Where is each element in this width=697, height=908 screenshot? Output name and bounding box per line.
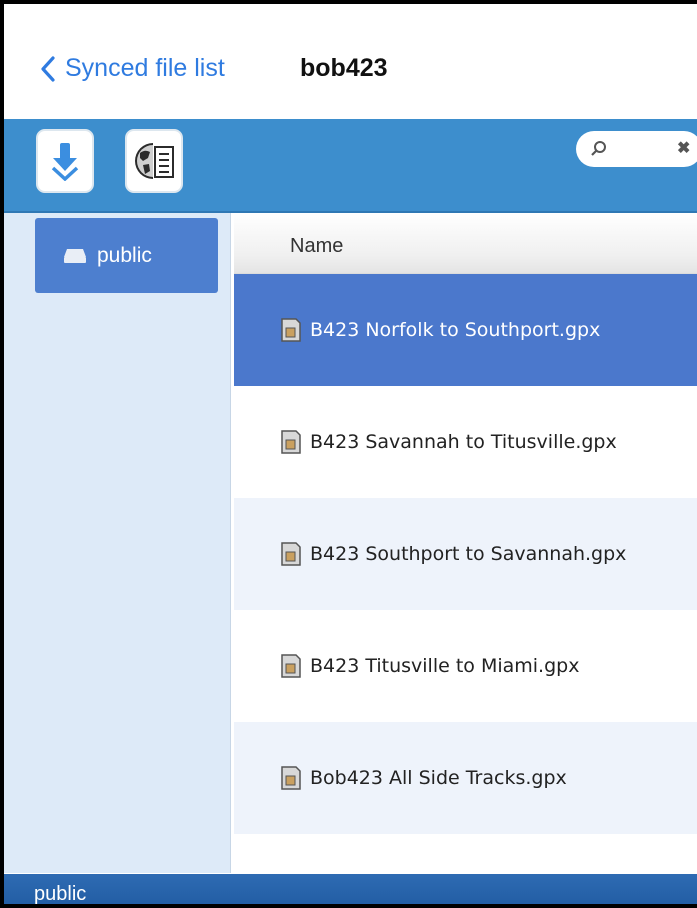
page-title: bob423 [300,54,388,82]
back-button-label: Synced file list [65,54,225,82]
search-icon [591,141,606,156]
back-button[interactable]: Synced file list [40,54,225,83]
file-row[interactable]: B423 Norfolk to Southport.gpx [234,274,697,386]
chevron-left-icon [41,55,55,82]
map-list-button[interactable] [125,129,183,193]
clear-search-icon[interactable]: ✖ [677,138,690,158]
file-name: B423 Savannah to Titusville.gpx [310,431,617,453]
app-frame: Synced file list bob423 ✖ public Name B4… [0,0,697,908]
file-name: B423 Norfolk to Southport.gpx [310,319,601,341]
file-row[interactable]: B423 Savannah to Titusville.gpx [234,386,697,498]
globe-list-icon [135,143,174,179]
drive-icon [64,248,86,263]
gpx-file-icon [281,654,301,678]
status-bar: public [4,874,697,905]
download-icon [51,143,79,181]
file-name: Bob423 All Side Tracks.gpx [310,767,567,789]
gpx-file-icon [281,766,301,790]
file-row[interactable]: Bob423 All Side Tracks.gpx [234,722,697,834]
name-column-label: Name [290,235,344,257]
toolbar: ✖ [4,119,697,213]
file-name: B423 Titusville to Miami.gpx [310,655,580,677]
gpx-file-icon [281,318,301,342]
download-button[interactable] [36,129,94,193]
sidebar: public [4,213,231,873]
sidebar-item-label: public [97,243,152,267]
status-text: public [34,883,87,905]
file-name: B423 Southport to Savannah.gpx [310,543,627,565]
gpx-file-icon [281,430,301,454]
file-list: Name B423 Norfolk to Southport.gpx B423 … [234,213,697,873]
navigation-bar: Synced file list bob423 [4,22,697,120]
search-field[interactable]: ✖ [576,131,697,167]
file-row[interactable]: B423 Southport to Savannah.gpx [234,498,697,610]
name-column-header[interactable]: Name [234,213,697,274]
gpx-file-icon [281,542,301,566]
sidebar-item-public[interactable]: public [35,218,218,293]
file-row[interactable]: B423 Titusville to Miami.gpx [234,610,697,722]
